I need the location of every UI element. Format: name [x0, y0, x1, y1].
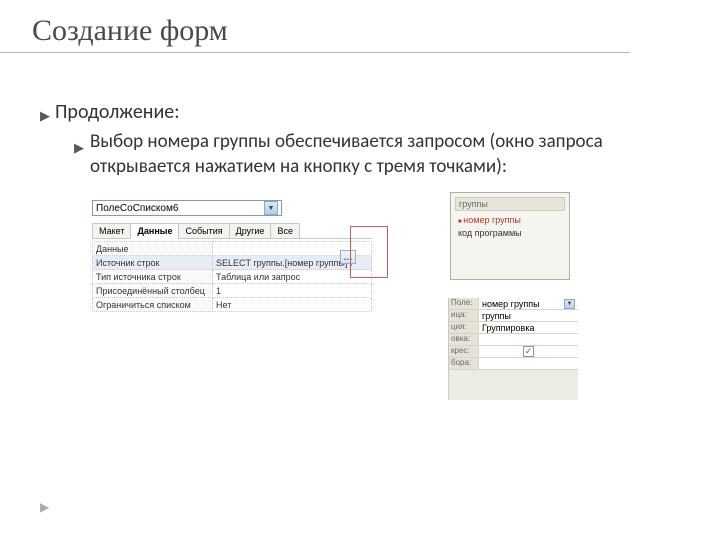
bullet-icon: ▶: [40, 108, 50, 124]
grid-cell[interactable]: группы: [479, 310, 578, 321]
tab-data[interactable]: Данные: [130, 223, 179, 239]
highlight-box: [350, 226, 388, 278]
grid-cell[interactable]: [479, 358, 578, 369]
footer-bullet-icon: ▶: [40, 500, 49, 514]
property-grid: Данные Источник строкSELECT группы.[номе…: [92, 241, 372, 312]
table-header: группы: [455, 197, 565, 211]
prop-value[interactable]: Нет: [213, 298, 372, 312]
bullet-icon: ▶: [74, 140, 84, 156]
tab-layout[interactable]: Макет: [92, 223, 131, 239]
chevron-down-icon[interactable]: ▼: [564, 299, 575, 309]
query-design-grid: Поле: номер группы ▼ ица: группы ция: Гр…: [448, 298, 578, 400]
grid-cell[interactable]: номер группы ▼: [479, 298, 578, 309]
property-sheet: ПолеСоСписком6 ▼ Макет Данные События Др…: [92, 200, 372, 312]
grid-row-label: ица:: [449, 310, 479, 321]
prop-label: Присоединённый столбец: [93, 284, 213, 298]
object-combo-value: ПолеСоСписком6: [96, 203, 178, 214]
page-title: Создание форм: [0, 0, 630, 53]
chevron-down-icon[interactable]: ▼: [264, 201, 278, 215]
grid-cell[interactable]: ✓: [479, 346, 578, 357]
object-combo[interactable]: ПолеСоСписком6 ▼: [92, 200, 282, 216]
grid-row-label: Поле:: [449, 298, 479, 309]
prop-label: Ограничиться списком: [93, 298, 213, 312]
prop-label: Источник строк: [93, 256, 213, 270]
tab-other[interactable]: Другие: [229, 223, 272, 239]
grid-cell-value: Группировка: [482, 323, 534, 333]
prop-value[interactable]: 1: [213, 284, 372, 298]
grid-cell-value: группы: [482, 311, 511, 321]
grid-cell[interactable]: [479, 334, 578, 345]
continuation-heading: Продолжение:: [55, 100, 180, 124]
prop-value[interactable]: Таблица или запрос: [213, 270, 372, 284]
prop-label: Тип источника строк: [93, 270, 213, 284]
field-item[interactable]: код программы: [455, 227, 565, 240]
grid-row-label: овка:: [449, 334, 479, 345]
property-tabs: Макет Данные События Другие Все: [92, 222, 372, 239]
tab-all[interactable]: Все: [270, 223, 300, 239]
grid-row-label: крес:: [449, 346, 479, 357]
body-text: Выбор номера группы обеспечивается запро…: [90, 130, 650, 179]
checkbox-checked-icon[interactable]: ✓: [523, 346, 534, 357]
tab-events[interactable]: События: [178, 223, 229, 239]
grid-row-label: ция:: [449, 322, 479, 333]
grid-cell[interactable]: Группировка: [479, 322, 578, 333]
field-item[interactable]: номер группы: [455, 214, 565, 227]
field-list-panel: группы номер группы код программы: [450, 192, 570, 280]
prop-label: Данные: [93, 242, 213, 256]
grid-cell-value: номер группы: [482, 299, 540, 309]
grid-row-label: бора:: [449, 358, 479, 369]
